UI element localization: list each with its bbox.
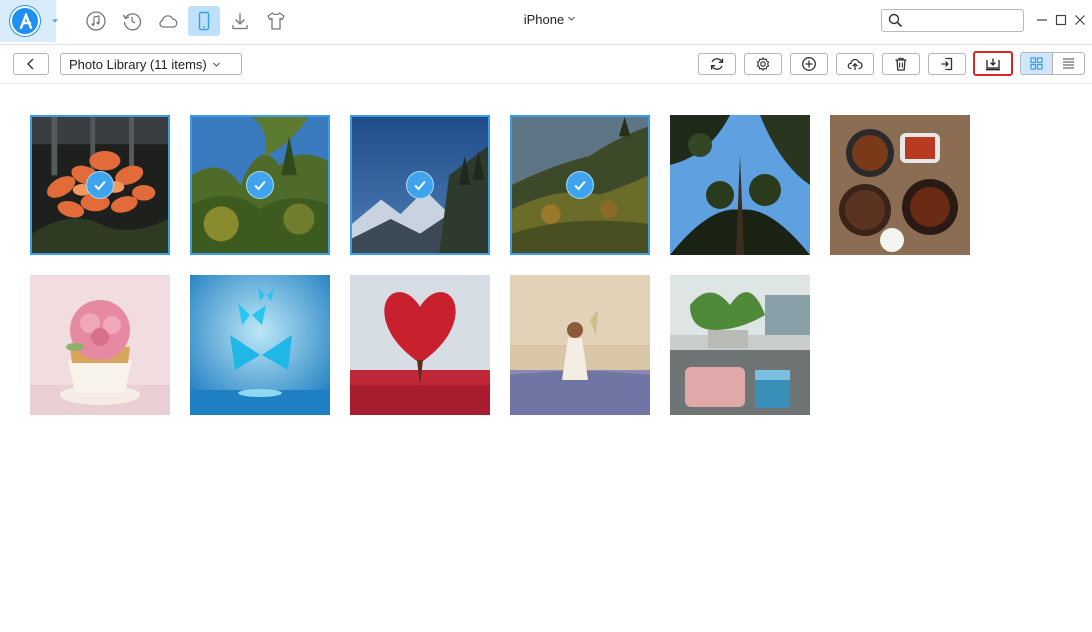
add-button[interactable]	[790, 53, 828, 75]
photo-pink-rose-cupcake[interactable]	[30, 275, 170, 415]
title-bar: iPhone	[0, 0, 1092, 44]
photo-image	[670, 115, 810, 255]
search-icon	[888, 13, 903, 28]
library-dropdown[interactable]: Photo Library (11 items)	[60, 53, 242, 75]
selected-check-icon	[86, 171, 114, 199]
chevron-down-icon	[568, 16, 576, 21]
download-to-computer-button[interactable]	[973, 51, 1013, 76]
history-icon	[122, 13, 142, 31]
photo-image	[30, 275, 170, 415]
device-selector[interactable]: iPhone	[500, 12, 600, 27]
export-to-device-icon	[941, 57, 953, 71]
photo-snowy-mountains[interactable]	[350, 115, 490, 255]
maximize-icon	[1055, 14, 1067, 26]
phone-icon	[198, 11, 210, 31]
nav-cloud[interactable]	[152, 6, 184, 36]
view-toggle	[1020, 52, 1085, 75]
export-to-device-button[interactable]	[928, 53, 966, 75]
photo-blue-butterflies[interactable]	[190, 275, 330, 415]
app-menu[interactable]	[0, 0, 58, 42]
chevron-down-icon	[52, 19, 58, 23]
selected-check-icon	[246, 171, 274, 199]
settings-button[interactable]	[744, 53, 782, 75]
refresh-icon	[710, 58, 724, 70]
chevron-down-icon	[212, 62, 220, 67]
app-logo-icon	[10, 6, 40, 36]
nav-toolbar	[80, 6, 296, 36]
close-icon	[1075, 15, 1085, 25]
chevron-left-icon	[27, 58, 34, 70]
photo-image	[350, 275, 490, 415]
photo-image	[510, 275, 650, 415]
upload-cloud-icon	[847, 58, 863, 70]
selected-check-icon	[406, 171, 434, 199]
device-name: iPhone	[523, 12, 565, 27]
nav-toolkit[interactable]	[260, 6, 292, 36]
list-view-button[interactable]	[1052, 53, 1084, 74]
titlebar-divider	[0, 44, 1092, 45]
back-button[interactable]	[13, 53, 49, 75]
nav-device[interactable]	[188, 6, 220, 36]
delete-button[interactable]	[882, 53, 920, 75]
nav-download[interactable]	[224, 6, 256, 36]
photo-image	[670, 275, 810, 415]
photo-orange-flowers[interactable]	[30, 115, 170, 255]
grid-icon	[1030, 57, 1043, 70]
music-icon	[86, 11, 106, 31]
selected-check-icon	[566, 171, 594, 199]
photo-trees-looking-up[interactable]	[670, 115, 810, 255]
grid-view-button[interactable]	[1021, 53, 1053, 74]
photo-office-desk-plant[interactable]	[670, 275, 810, 415]
maximize-button[interactable]	[1053, 12, 1069, 28]
search-box[interactable]	[881, 9, 1024, 32]
download-icon	[232, 13, 248, 30]
nav-music[interactable]	[80, 6, 112, 36]
photo-pine-trees-blue-sky[interactable]	[190, 115, 330, 255]
library-label: Photo Library (11 items)	[69, 56, 207, 72]
toolbar-divider	[0, 83, 1092, 84]
delete-icon	[895, 57, 907, 71]
settings-icon	[756, 57, 770, 71]
photo-image	[830, 115, 970, 255]
list-icon	[1063, 58, 1075, 69]
nav-history[interactable]	[116, 6, 148, 36]
download-to-computer-icon	[986, 58, 1000, 70]
photo-forest-hillside[interactable]	[510, 115, 650, 255]
close-button[interactable]	[1072, 12, 1088, 28]
minimize-button[interactable]	[1034, 12, 1050, 28]
photo-chinese-food-table[interactable]	[830, 115, 970, 255]
shirt-icon	[267, 12, 285, 30]
minimize-icon	[1037, 19, 1047, 21]
search-input[interactable]	[908, 12, 1018, 29]
refresh-button[interactable]	[698, 53, 736, 75]
add-icon	[802, 57, 816, 71]
photo-girl-in-field[interactable]	[510, 275, 650, 415]
photo-red-heart-tree[interactable]	[350, 275, 490, 415]
cloud-icon	[159, 15, 178, 28]
upload-cloud-button[interactable]	[836, 53, 874, 75]
photo-image	[190, 275, 330, 415]
